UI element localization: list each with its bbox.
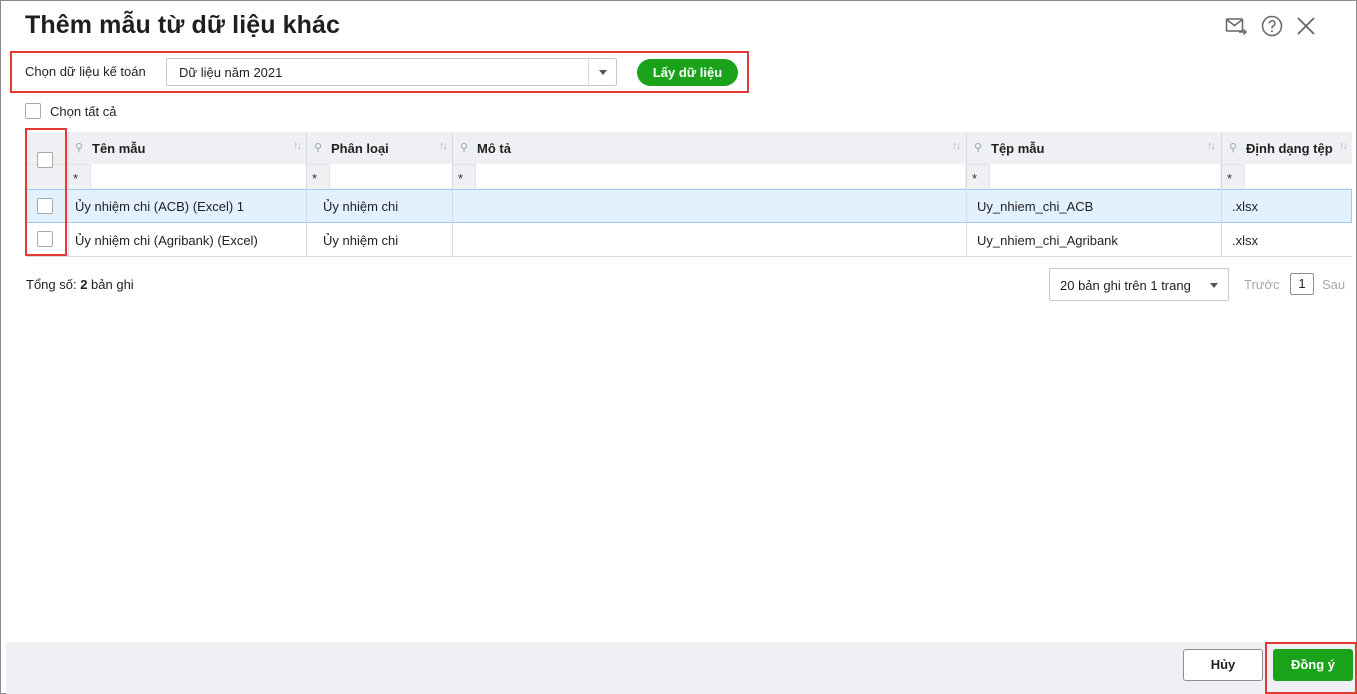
filter-format[interactable]: * <box>1222 164 1352 189</box>
source-dropdown[interactable]: Dữ liệu năm 2021 <box>166 58 617 86</box>
filter-input[interactable] <box>1244 164 1352 188</box>
column-header-file[interactable]: ⚲ Tệp mẫu ↑↓ <box>967 132 1220 164</box>
sort-icon[interactable]: ↑↓ <box>1339 140 1348 152</box>
cell-format: .xlsx <box>1232 199 1258 214</box>
cell-name: Ủy nhiệm chi (Agribank) (Excel) <box>75 233 258 248</box>
cell-category: Ủy nhiệm chi <box>323 233 399 248</box>
select-all-checkbox[interactable] <box>25 103 41 119</box>
chevron-down-icon[interactable] <box>588 59 616 85</box>
previous-page-link[interactable]: Trước <box>1244 277 1280 292</box>
column-header-category[interactable]: ⚲ Phân loại ↑↓ <box>307 132 452 164</box>
filter-name[interactable]: * <box>68 164 306 189</box>
filter-input[interactable] <box>475 164 965 188</box>
column-header-format[interactable]: ⚲ Định dạng tệp ↑↓ <box>1222 132 1352 164</box>
page-size-dropdown[interactable]: 20 bản ghi trên 1 trang <box>1049 268 1229 301</box>
cell-category: Ủy nhiệm chi <box>323 199 399 214</box>
current-page-number[interactable]: 1 <box>1290 273 1314 295</box>
header-checkbox[interactable] <box>37 152 53 168</box>
template-import-dialog: Thêm mẫu từ dữ liệu khác Chọn dữ liệu kế… <box>0 0 1357 694</box>
row-checkbox[interactable] <box>37 231 53 247</box>
cell-name: Ủy nhiệm chi (ACB) (Excel) 1 <box>75 199 245 214</box>
dialog-title: Thêm mẫu từ dữ liệu khác <box>25 11 341 39</box>
cancel-button[interactable]: Hủy <box>1183 649 1263 681</box>
filter-input[interactable] <box>329 164 452 188</box>
column-header-name[interactable]: ⚲ Tên mẫu ↑↓ <box>68 132 306 164</box>
source-dropdown-value: Dữ liệu năm 2021 <box>179 65 283 80</box>
column-divider <box>306 132 307 257</box>
sort-icon[interactable]: ↑↓ <box>1207 140 1216 152</box>
pin-icon[interactable]: ⚲ <box>460 141 468 154</box>
filter-file[interactable]: * <box>967 164 1220 189</box>
pin-icon[interactable]: ⚲ <box>974 141 982 154</box>
confirm-button[interactable]: Đồng ý <box>1273 649 1353 681</box>
column-divider <box>966 132 967 257</box>
dialog-footer <box>6 642 1356 694</box>
column-divider <box>452 132 453 257</box>
filter-input[interactable] <box>989 164 1220 188</box>
sort-icon[interactable]: ↑↓ <box>293 140 302 152</box>
filter-category[interactable]: * <box>307 164 452 189</box>
source-label: Chọn dữ liệu kế toán <box>25 64 146 79</box>
close-icon[interactable] <box>1294 14 1318 38</box>
record-total: Tổng số: 2 bản ghi <box>26 277 134 292</box>
column-divider <box>1221 132 1222 257</box>
filter-description[interactable]: * <box>453 164 965 189</box>
pin-icon[interactable]: ⚲ <box>314 141 322 154</box>
sort-icon[interactable]: ↑↓ <box>439 140 448 152</box>
row-checkbox[interactable] <box>37 198 53 214</box>
next-page-link[interactable]: Sau <box>1322 277 1345 292</box>
pin-icon[interactable]: ⚲ <box>75 141 83 154</box>
email-forward-icon[interactable] <box>1224 14 1248 38</box>
cell-file: Uy_nhiem_chi_ACB <box>977 199 1094 214</box>
filter-input[interactable] <box>90 164 306 188</box>
column-header-description[interactable]: ⚲ Mô tả ↑↓ <box>453 132 965 164</box>
chevron-down-icon <box>1210 283 1218 288</box>
get-data-button[interactable]: Lấy dữ liệu <box>637 59 738 86</box>
help-icon[interactable] <box>1260 14 1284 38</box>
cell-format: .xlsx <box>1232 233 1258 248</box>
sort-icon[interactable]: ↑↓ <box>952 140 961 152</box>
column-divider <box>68 132 69 257</box>
pin-icon[interactable]: ⚲ <box>1229 141 1237 154</box>
cell-file: Uy_nhiem_chi_Agribank <box>977 233 1118 248</box>
select-all-label: Chọn tất cả <box>50 104 117 119</box>
